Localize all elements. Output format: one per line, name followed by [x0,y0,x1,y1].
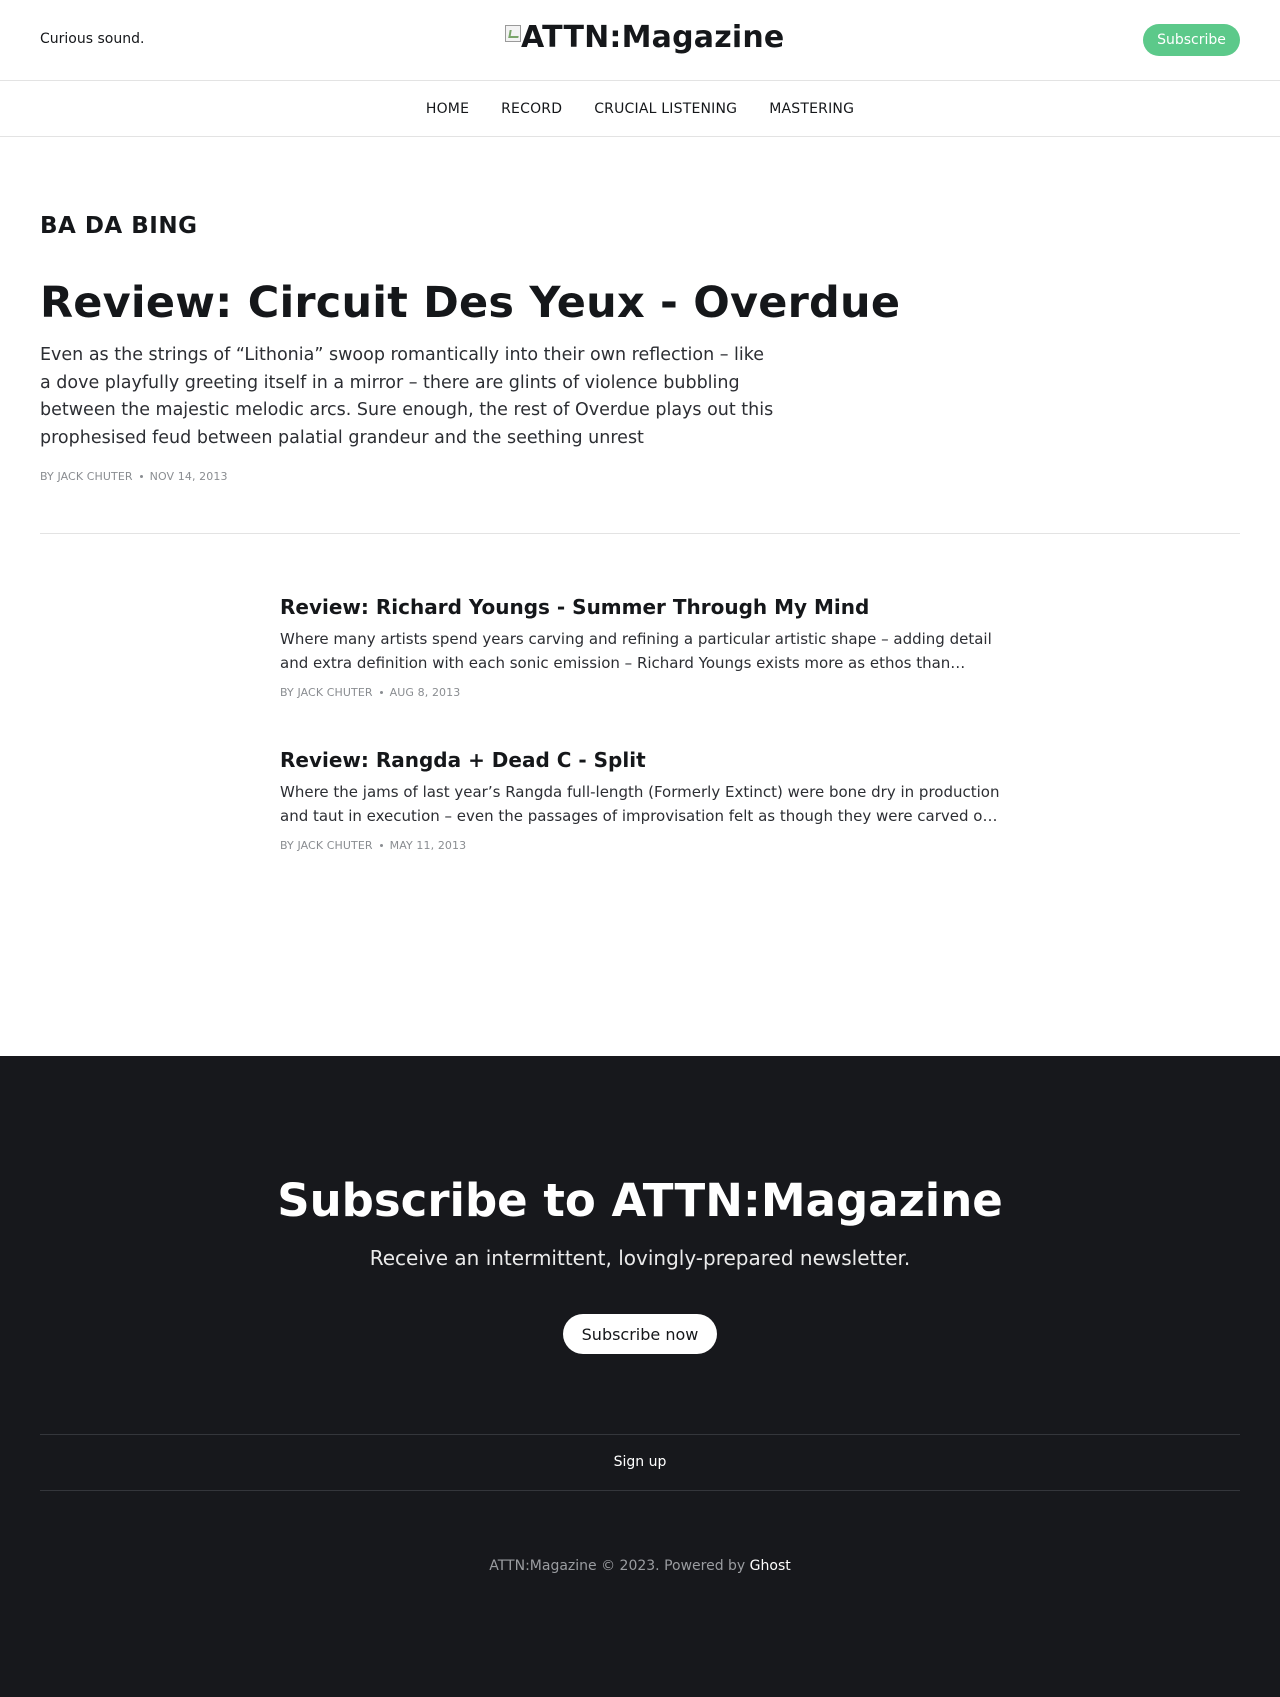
logo-text: ATTN:Magazine [521,20,785,55]
post-excerpt: Where many artists spend years carving a… [280,630,992,672]
nav-item-home[interactable]: HOME [426,101,469,117]
meta-separator-dot [379,691,383,694]
meta-separator-dot [379,844,383,847]
footer-nav: Sign up [0,1454,1280,1470]
nav-item-crucial-listening[interactable]: CRUCIAL LISTENING [594,101,737,117]
ghost-link[interactable]: Ghost [750,1558,791,1574]
featured-post-excerpt: Even as the strings of “Lithonia” swoop … [40,345,774,448]
post-meta: BY JACK CHUTER AUG 8, 2013 [280,686,1010,699]
main-nav: HOME RECORD CRUCIAL LISTENING MASTERING [0,81,1280,137]
broken-image-icon [505,25,521,42]
nav-item-record[interactable]: RECORD [501,101,562,117]
copyright-text: ATTN:Magazine © 2023. Powered by [489,1558,750,1574]
featured-post-title[interactable]: Review: Circuit Des Yeux - Overdue [40,278,900,328]
post-author[interactable]: BY JACK CHUTER [40,470,133,483]
subscribe-button[interactable]: Subscribe [1143,24,1240,56]
post-author[interactable]: BY JACK CHUTER [280,839,373,852]
cta-title: Subscribe to ATTN:Magazine [277,1174,1003,1227]
post-card: Review: Richard Youngs - Summer Through … [280,595,1010,699]
footer-link-sign-up[interactable]: Sign up [614,1454,667,1470]
post-author[interactable]: BY JACK CHUTER [280,686,373,699]
footer-divider [40,1490,1240,1491]
footer-divider [40,1434,1240,1435]
meta-separator-dot [139,475,143,478]
copyright: ATTN:Magazine © 2023. Powered by Ghost [0,1558,1280,1574]
cta-subtitle: Receive an intermittent, lovingly-prepar… [369,1246,911,1270]
site-logo[interactable]: ATTN:Magazine [505,20,784,55]
post-card: Review: Rangda + Dead C - Split Where th… [280,748,1010,852]
section-divider [40,533,1240,534]
post-date: AUG 8, 2013 [389,686,461,699]
site-tagline: Curious sound. [40,31,145,47]
site-header: Curious sound. ATTN:Magazine Subscribe [0,0,1280,81]
subscribe-now-button[interactable]: Subscribe now [563,1314,717,1354]
featured-post-meta: BY JACK CHUTER NOV 14, 2013 [40,470,228,483]
nav-item-mastering[interactable]: MASTERING [769,101,854,117]
post-title[interactable]: Review: Richard Youngs - Summer Through … [280,595,869,619]
post-title[interactable]: Review: Rangda + Dead C - Split [280,748,646,772]
site-footer: Subscribe to ATTN:Magazine Receive an in… [0,1056,1280,1697]
post-date: NOV 14, 2013 [149,470,228,483]
post-excerpt: Where the jams of last year’s Rangda ful… [280,783,1000,825]
post-date: MAY 11, 2013 [389,839,467,852]
post-meta: BY JACK CHUTER MAY 11, 2013 [280,839,1010,852]
tag-title: BA DA BING [40,213,198,239]
